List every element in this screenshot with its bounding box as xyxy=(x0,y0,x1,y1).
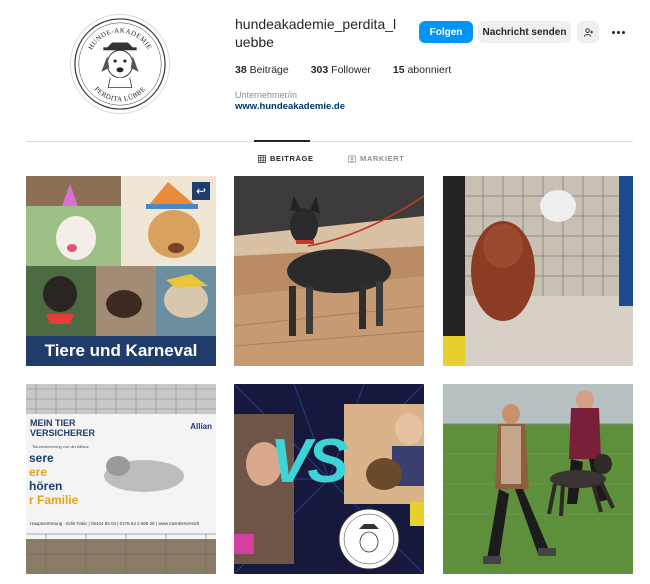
tab-tagged[interactable]: MARKIERT xyxy=(348,154,404,163)
add-user-icon xyxy=(583,27,593,37)
tab-posts-label: BEITRÄGE xyxy=(270,154,314,163)
profile-stats: 38 Beiträge 303 Follower 15 abonniert xyxy=(235,64,473,76)
banner-line-4: r Familie xyxy=(29,493,79,507)
followers-label: Follower xyxy=(331,64,371,76)
posts-label: Beiträge xyxy=(249,64,289,76)
share-icon: ↩ xyxy=(192,182,210,200)
more-options-icon xyxy=(611,30,615,34)
hundeakademie-logo: HUNDE-AKADEMIE PERDITA LÜBBE xyxy=(74,18,166,110)
post-tiere-und-karneval[interactable]: ↩ Tiere und Karneval xyxy=(26,176,216,366)
posts-stat: 38 Beiträge xyxy=(235,64,289,76)
follow-button[interactable]: Folgen xyxy=(419,21,473,43)
following-count: 15 xyxy=(392,64,405,76)
following-stat[interactable]: 15 abonniert xyxy=(393,64,451,76)
profile-website-link[interactable]: www.hundeakademie.de xyxy=(235,101,345,112)
followers-stat[interactable]: 303 Follower xyxy=(311,64,371,76)
tab-tagged-label: MARKIERT xyxy=(360,154,405,163)
banner-brand: Allian xyxy=(190,422,212,431)
posts-count: 38 xyxy=(235,64,247,76)
banner-subtitle: Tierversicherung von der Allianz xyxy=(32,444,89,449)
post-dog-on-leash[interactable] xyxy=(234,176,424,366)
banner-footer: Hauptvertretung · Edin Fakic | 05424 83 … xyxy=(30,521,200,526)
profile-avatar[interactable]: HUNDE-AKADEMIE PERDITA LÜBBE xyxy=(70,14,170,114)
following-label: abonniert xyxy=(407,64,452,76)
send-message-button[interactable]: Nachricht senden xyxy=(478,21,571,43)
post-dog-training-field[interactable] xyxy=(443,384,633,574)
post-insurance-banner[interactable]: MEIN TIER VERSICHERER Allian Tierversich… xyxy=(26,384,216,574)
post-versus-graphic[interactable]: VS xyxy=(234,384,424,574)
tab-divider xyxy=(26,141,633,142)
banner-line-3: hören xyxy=(29,479,63,493)
add-user-button[interactable] xyxy=(577,21,599,43)
banner-title-line-1: MEIN TIER xyxy=(30,418,76,428)
grid-icon xyxy=(258,154,266,163)
post-dog-at-fence[interactable] xyxy=(443,176,633,366)
banner-title: MEIN TIER VERSICHERER xyxy=(30,418,95,438)
more-options-button[interactable] xyxy=(608,24,628,40)
versus-text: VS xyxy=(270,427,349,496)
profile-username: hundeakademie_perdita_luebbe xyxy=(235,16,397,50)
banner-title-line-2: VERSICHERER xyxy=(30,428,96,438)
post-image xyxy=(443,176,633,366)
tagged-icon xyxy=(348,155,356,163)
profile-category: Unternehmer/in xyxy=(235,90,298,100)
followers-count: 303 xyxy=(310,64,329,76)
banner-line-2: ere xyxy=(29,465,48,479)
post-image xyxy=(443,384,633,574)
tab-posts[interactable]: BEITRÄGE xyxy=(258,154,314,163)
post-caption: Tiere und Karneval xyxy=(26,336,216,366)
post-image xyxy=(234,176,424,366)
banner-line-1: sere xyxy=(29,451,54,465)
tab-active-indicator xyxy=(254,140,310,142)
